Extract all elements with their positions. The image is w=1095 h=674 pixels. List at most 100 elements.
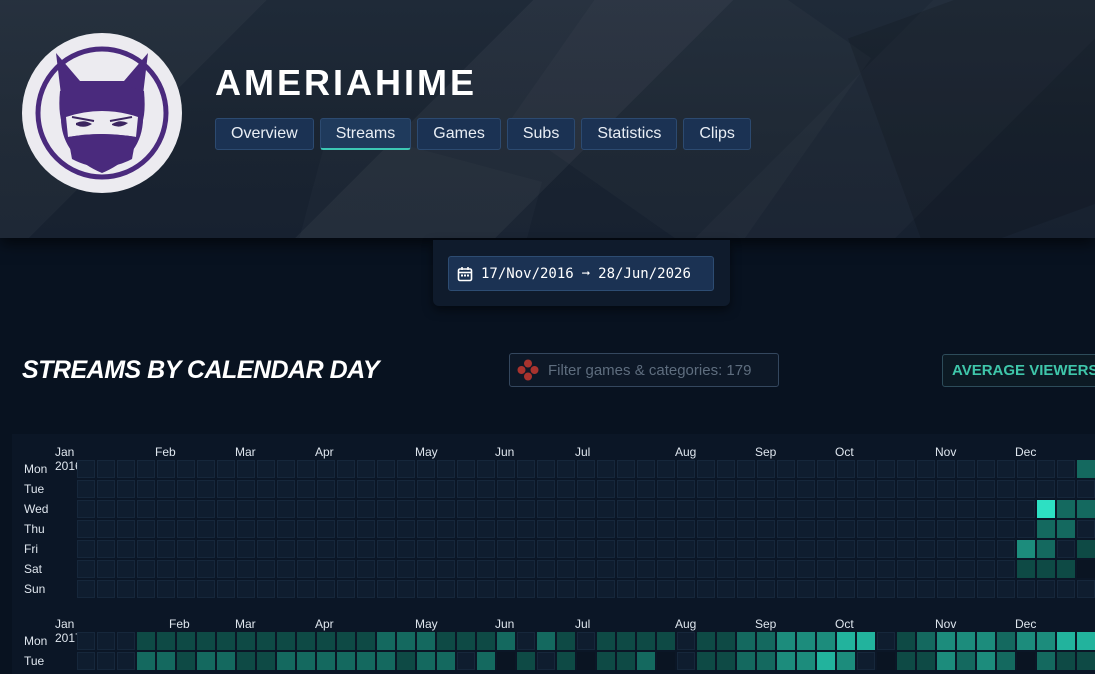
calendar-day-cell[interactable]: [977, 632, 995, 650]
tab-streams[interactable]: Streams: [319, 118, 412, 150]
calendar-day-cell[interactable]: [577, 580, 595, 598]
calendar-day-cell[interactable]: [377, 520, 395, 538]
calendar-day-cell[interactable]: [237, 480, 255, 498]
calendar-day-cell[interactable]: [797, 560, 815, 578]
calendar-day-cell[interactable]: [497, 460, 515, 478]
calendar-day-cell[interactable]: [657, 652, 675, 670]
calendar-day-cell[interactable]: [957, 560, 975, 578]
calendar-day-cell[interactable]: [937, 540, 955, 558]
calendar-day-cell[interactable]: [417, 520, 435, 538]
calendar-day-cell[interactable]: [97, 580, 115, 598]
calendar-day-cell[interactable]: [217, 632, 235, 650]
calendar-day-cell[interactable]: [677, 520, 695, 538]
calendar-day-cell[interactable]: [477, 500, 495, 518]
calendar-day-cell[interactable]: [297, 580, 315, 598]
calendar-day-cell[interactable]: [897, 500, 915, 518]
calendar-day-cell[interactable]: [657, 632, 675, 650]
calendar-day-cell[interactable]: [1077, 540, 1095, 558]
tab-statistics[interactable]: Statistics: [581, 118, 678, 150]
calendar-day-cell[interactable]: [197, 460, 215, 478]
calendar-day-cell[interactable]: [697, 500, 715, 518]
calendar-day-cell[interactable]: [777, 500, 795, 518]
calendar-day-cell[interactable]: [237, 580, 255, 598]
calendar-day-cell[interactable]: [137, 560, 155, 578]
calendar-day-cell[interactable]: [817, 480, 835, 498]
calendar-day-cell[interactable]: [197, 560, 215, 578]
calendar-day-cell[interactable]: [897, 560, 915, 578]
calendar-day-cell[interactable]: [417, 580, 435, 598]
filter-games-input[interactable]: [546, 360, 775, 380]
calendar-day-cell[interactable]: [557, 480, 575, 498]
calendar-day-cell[interactable]: [1017, 520, 1035, 538]
calendar-day-cell[interactable]: [857, 460, 875, 478]
calendar-day-cell[interactable]: [1057, 652, 1075, 670]
calendar-day-cell[interactable]: [117, 540, 135, 558]
calendar-day-cell[interactable]: [777, 460, 795, 478]
calendar-day-cell[interactable]: [217, 500, 235, 518]
calendar-day-cell[interactable]: [1057, 480, 1075, 498]
calendar-day-cell[interactable]: [997, 652, 1015, 670]
calendar-day-cell[interactable]: [377, 480, 395, 498]
calendar-day-cell[interactable]: [437, 480, 455, 498]
calendar-day-cell[interactable]: [297, 520, 315, 538]
calendar-day-cell[interactable]: [937, 652, 955, 670]
calendar-day-cell[interactable]: [1017, 540, 1035, 558]
calendar-day-cell[interactable]: [877, 480, 895, 498]
calendar-day-cell[interactable]: [1017, 460, 1035, 478]
calendar-day-cell[interactable]: [937, 632, 955, 650]
calendar-day-cell[interactable]: [297, 632, 315, 650]
calendar-day-cell[interactable]: [797, 480, 815, 498]
calendar-day-cell[interactable]: [757, 460, 775, 478]
calendar-day-cell[interactable]: [797, 580, 815, 598]
calendar-day-cell[interactable]: [797, 520, 815, 538]
calendar-day-cell[interactable]: [857, 560, 875, 578]
calendar-day-cell[interactable]: [277, 652, 295, 670]
calendar-day-cell[interactable]: [717, 632, 735, 650]
calendar-day-cell[interactable]: [597, 520, 615, 538]
calendar-day-cell[interactable]: [717, 560, 735, 578]
calendar-day-cell[interactable]: [337, 520, 355, 538]
calendar-day-cell[interactable]: [857, 632, 875, 650]
calendar-day-cell[interactable]: [577, 560, 595, 578]
calendar-day-cell[interactable]: [957, 480, 975, 498]
calendar-day-cell[interactable]: [397, 560, 415, 578]
calendar-day-cell[interactable]: [637, 580, 655, 598]
calendar-day-cell[interactable]: [1057, 540, 1075, 558]
calendar-day-cell[interactable]: [557, 500, 575, 518]
calendar-day-cell[interactable]: [617, 580, 635, 598]
calendar-day-cell[interactable]: [737, 580, 755, 598]
calendar-day-cell[interactable]: [477, 520, 495, 538]
calendar-day-cell[interactable]: [857, 652, 875, 670]
calendar-day-cell[interactable]: [197, 480, 215, 498]
calendar-day-cell[interactable]: [817, 460, 835, 478]
calendar-day-cell[interactable]: [157, 460, 175, 478]
calendar-day-cell[interactable]: [817, 560, 835, 578]
calendar-day-cell[interactable]: [177, 580, 195, 598]
calendar-day-cell[interactable]: [237, 540, 255, 558]
calendar-day-cell[interactable]: [97, 520, 115, 538]
calendar-day-cell[interactable]: [1037, 520, 1055, 538]
calendar-day-cell[interactable]: [637, 540, 655, 558]
calendar-day-cell[interactable]: [257, 580, 275, 598]
calendar-day-cell[interactable]: [957, 652, 975, 670]
calendar-day-cell[interactable]: [837, 500, 855, 518]
calendar-day-cell[interactable]: [877, 540, 895, 558]
calendar-day-cell[interactable]: [1017, 480, 1035, 498]
calendar-day-cell[interactable]: [1017, 500, 1035, 518]
calendar-day-cell[interactable]: [777, 520, 795, 538]
calendar-day-cell[interactable]: [337, 460, 355, 478]
calendar-day-cell[interactable]: [937, 500, 955, 518]
calendar-day-cell[interactable]: [317, 560, 335, 578]
calendar-day-cell[interactable]: [517, 460, 535, 478]
calendar-day-cell[interactable]: [117, 460, 135, 478]
calendar-day-cell[interactable]: [577, 652, 595, 670]
calendar-day-cell[interactable]: [497, 580, 515, 598]
calendar-day-cell[interactable]: [577, 480, 595, 498]
calendar-day-cell[interactable]: [357, 560, 375, 578]
calendar-day-cell[interactable]: [837, 540, 855, 558]
calendar-day-cell[interactable]: [157, 480, 175, 498]
calendar-day-cell[interactable]: [357, 480, 375, 498]
calendar-day-cell[interactable]: [637, 460, 655, 478]
calendar-day-cell[interactable]: [97, 540, 115, 558]
calendar-day-cell[interactable]: [337, 560, 355, 578]
